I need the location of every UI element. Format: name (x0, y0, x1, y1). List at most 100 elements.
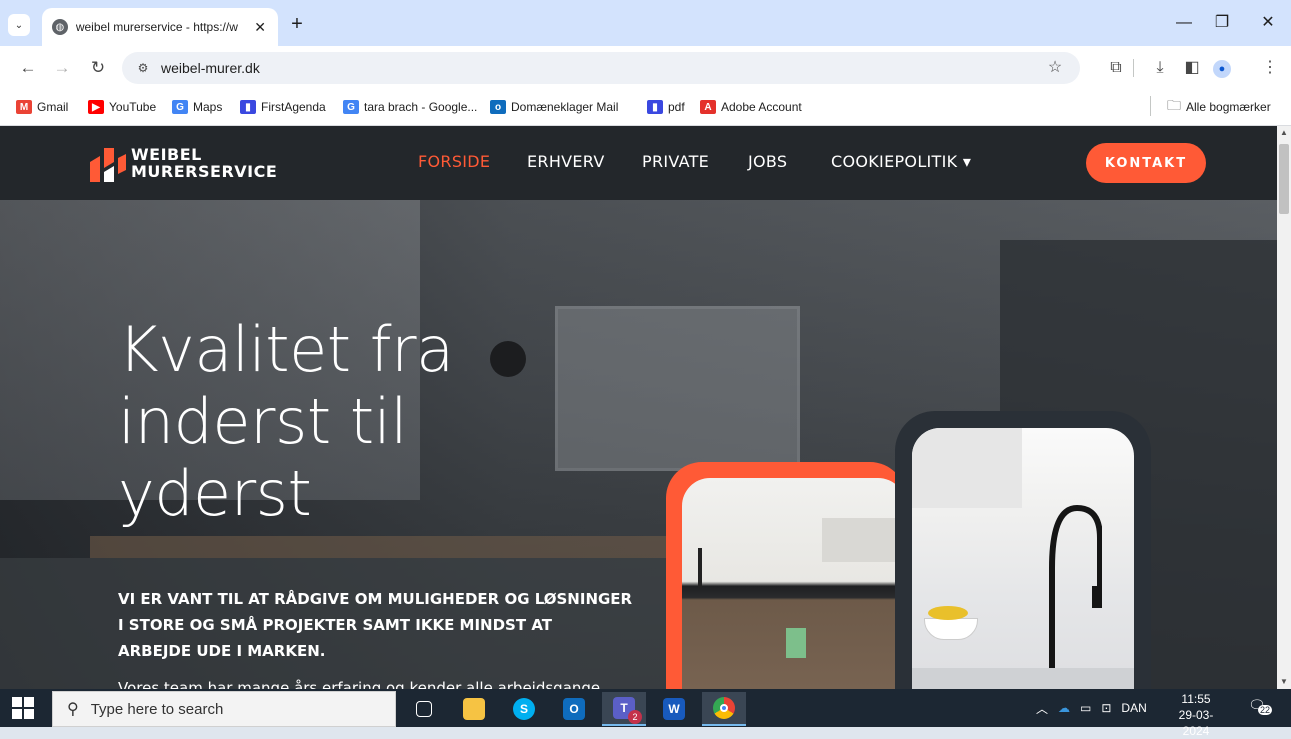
webpage: WEIBEL MURERSERVICE FORSIDE ERHVERV PRIV… (0, 126, 1277, 689)
chevron-up-icon[interactable]: ︿ (1036, 700, 1048, 717)
reload-icon: ↻ (90, 58, 106, 77)
upper-cabinet (912, 428, 1022, 508)
notification-count: 22 (1258, 705, 1273, 715)
tab-title: weibel murerservice - https://w (75, 20, 238, 34)
bookmark-label: tara brach - Google... (364, 100, 478, 114)
bookmark-youtube[interactable]: ▶ YouTube (88, 98, 156, 116)
browser-tab[interactable]: ◍ weibel murerservice - https://w ✕ (42, 8, 278, 46)
bookmark-label: Adobe Account (721, 100, 802, 114)
countertop (90, 536, 670, 558)
new-tab-button[interactable]: + (286, 14, 308, 36)
download-icon[interactable]: ⤓ (1148, 57, 1172, 79)
bananas (928, 606, 968, 620)
chrome-button[interactable] (702, 692, 746, 726)
taskbar-search[interactable]: ⚲ Type here to search (52, 691, 396, 727)
restore-button[interactable]: ❐ (1199, 10, 1245, 36)
outlook-icon: o (490, 100, 506, 114)
tab-search-button[interactable]: ⌄ (8, 14, 30, 36)
address-bar[interactable] (122, 52, 1080, 84)
hero-body-text: Vores team har mange års erfaring og ken… (118, 679, 601, 689)
bookmark-star-icon[interactable]: ☆ (1043, 57, 1067, 79)
hero-sub-line-2: I STORE OG SMÅ PROJEKTER SAMT IKKE MINDS… (118, 616, 552, 634)
bookmark-gmail[interactable]: M Gmail (16, 98, 68, 116)
bookmark-label: Domæneklager Mail (511, 100, 619, 114)
firstagenda-icon: ▮ (240, 100, 256, 114)
scroll-thumb[interactable] (1279, 144, 1289, 214)
side-panel-icon[interactable]: ◧ (1180, 57, 1204, 79)
bookmarks-divider (1150, 96, 1151, 116)
windows-start-icon[interactable] (12, 697, 34, 719)
extensions-icon[interactable]: ⧉ (1104, 57, 1128, 79)
outlook-button[interactable]: O (552, 692, 596, 726)
teams-button[interactable]: T2 (602, 692, 646, 726)
gmail-icon: M (16, 100, 32, 114)
logo-line-1: WEIBEL (131, 145, 202, 164)
notification-center-icon[interactable]: 🗨 22 (1248, 697, 1273, 719)
bookmark-label: YouTube (109, 100, 157, 114)
google-icon: G (172, 100, 188, 114)
taskbar-clock[interactable]: 11:55 29-03-2024 (1166, 691, 1226, 739)
task-view-button[interactable] (402, 692, 446, 726)
all-bookmarks-button[interactable]: 🗀 Alle bogmærker (1167, 97, 1271, 116)
counter (912, 668, 1134, 689)
person-icon: ● (1213, 60, 1231, 78)
file-explorer-button[interactable] (452, 692, 496, 726)
bookmark-adobe-account[interactable]: A Adobe Account (700, 98, 802, 116)
scroll-down-arrow[interactable]: ▼ (1277, 675, 1291, 689)
kontakt-button[interactable]: KONTAKT (1086, 143, 1206, 183)
nav-cookiepolitik[interactable]: COOKIEPOLITIK ▾ (831, 152, 971, 171)
faucet-illustration (1049, 504, 1102, 689)
skype-icon: S (513, 698, 535, 720)
bookmark-pdf[interactable]: ▮ pdf (647, 98, 685, 116)
nav-forside[interactable]: FORSIDE (418, 152, 490, 171)
hero-heading: Kvalitet fra inderst til yderst (118, 314, 638, 530)
bookmark-label: Maps (193, 100, 223, 114)
all-bookmarks-label: Alle bogmærker (1186, 100, 1271, 114)
battery-icon[interactable]: ▭ (1080, 701, 1091, 715)
nav-erhverv[interactable]: ERHVERV (527, 152, 605, 171)
clock-time: 11:55 (1181, 692, 1211, 706)
chrome-icon (713, 697, 735, 719)
reload-button[interactable]: ↻ (86, 56, 110, 80)
forward-button[interactable]: → (50, 56, 74, 80)
clock-date: 29-03-2024 (1178, 708, 1214, 738)
site-info-icon[interactable]: ⚙ (134, 59, 152, 77)
skype-button[interactable]: S (502, 692, 546, 726)
bookmark-label: FirstAgenda (261, 100, 326, 114)
kitchen-photo-right (912, 428, 1134, 689)
hero-heading-line-2: inderst til (118, 385, 408, 458)
profile-avatar[interactable]: ● (1210, 57, 1234, 79)
chevron-down-icon: ⌄ (14, 19, 24, 31)
onedrive-icon[interactable]: ☁ (1058, 701, 1070, 715)
fruit-bowl (924, 618, 978, 640)
word-button[interactable]: W (652, 692, 696, 726)
bookmark-label: pdf (668, 100, 685, 114)
tab-close-button[interactable]: ✕ (252, 19, 268, 36)
bookmark-firstagenda[interactable]: ▮ FirstAgenda (240, 98, 326, 116)
hero-sub-line-3: ARBEJDE UDE I MARKEN. (118, 642, 326, 660)
hero-subheading: VI ER VANT TIL AT RÅDGIVE OM MULIGHEDER … (118, 586, 638, 664)
youtube-icon: ▶ (88, 100, 104, 114)
kitchen-photo-left (682, 478, 906, 689)
window-close-button[interactable]: ✕ (1245, 10, 1291, 36)
bookmark-maps[interactable]: G Maps (172, 98, 222, 116)
language-indicator[interactable]: DAN (1121, 701, 1146, 715)
range-hood (822, 518, 906, 562)
site-header: WEIBEL MURERSERVICE FORSIDE ERHVERV PRIV… (0, 126, 1277, 200)
logo-icon[interactable] (88, 148, 126, 182)
system-tray: ︿ ☁ ▭ ⊡ DAN (1036, 698, 1147, 718)
file-explorer-icon (463, 698, 485, 720)
bookmark-domæneklager-mail[interactable]: o Domæneklager Mail (490, 98, 618, 116)
hero-sub-line-1: VI ER VANT TIL AT RÅDGIVE OM MULIGHEDER … (118, 590, 633, 608)
teams-badge: 2 (628, 710, 642, 724)
url-text[interactable]: weibel-murer.dk (161, 60, 260, 76)
bookmark-tara-brach-google[interactable]: Gtara brach - Google... (343, 98, 477, 116)
network-icon[interactable]: ⊡ (1101, 701, 1111, 715)
logo-text[interactable]: WEIBEL MURERSERVICE (131, 146, 277, 180)
nav-private[interactable]: PRIVATE (642, 152, 709, 171)
nav-jobs[interactable]: JOBS (748, 152, 787, 171)
menu-kebab-icon[interactable]: ⋮ (1258, 57, 1282, 79)
back-button[interactable]: ← (16, 56, 40, 80)
hero-heading-line-3: yderst (118, 457, 312, 530)
scroll-up-arrow[interactable]: ▲ (1277, 126, 1291, 140)
